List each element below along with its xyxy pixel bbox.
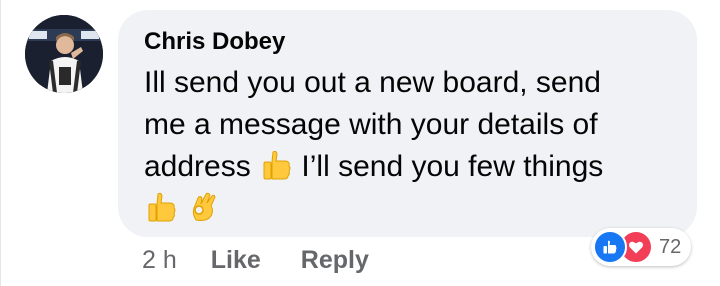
reply-button[interactable]: Reply [301,246,369,275]
like-icon [593,230,627,264]
comment-line: address I’ll send you few things [144,146,673,188]
comment-view: Chris Dobey Ill send you out a new board… [0,0,720,286]
comment-actions: 2 h Like Reply [142,240,409,280]
reaction-count: 72 [659,235,682,258]
avatar[interactable] [25,15,103,93]
ok-hand-icon [186,190,220,224]
comment-line: me a message with your details of [144,108,598,141]
reaction-summary[interactable]: 72 [591,228,692,266]
comment-timestamp[interactable]: 2 h [142,246,177,275]
comment-line-part: I’ll send you few things [301,150,604,183]
profile-photo-icon [25,15,103,93]
comment-bubble: Chris Dobey Ill send you out a new board… [118,10,697,237]
like-button[interactable]: Like [211,246,261,275]
thumbs-up-icon [259,148,293,182]
thumbs-up-icon [144,190,178,224]
comment-author[interactable]: Chris Dobey [144,24,673,60]
comment-emoji-line [144,188,673,230]
comment-line: Ill send you out a new board, send [144,66,601,99]
comment-text: Ill send you out a new board, send me a … [144,62,673,230]
comment-line-part: address [144,150,251,183]
